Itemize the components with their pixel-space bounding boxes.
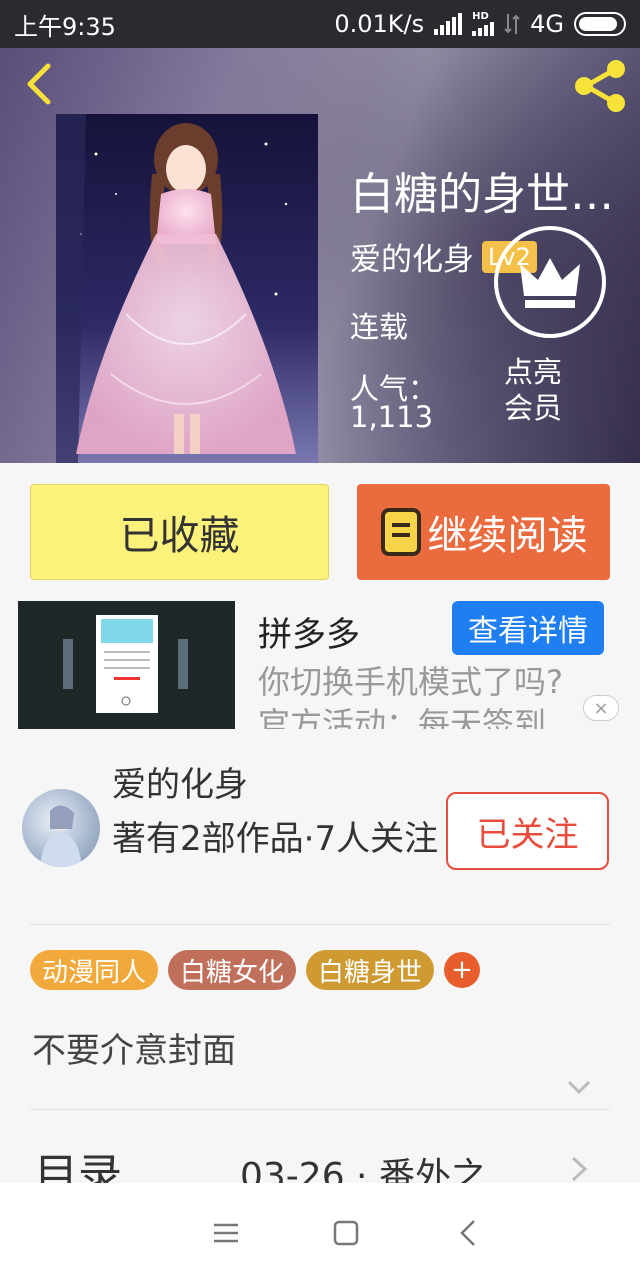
divider <box>30 1109 610 1110</box>
network-speed: 0.01K/s <box>334 10 425 38</box>
vip-line-1: 点亮 <box>504 355 563 389</box>
ad-description: 你切换手机模式了吗? 官方活动：每天签到 <box>258 661 563 729</box>
menu-icon[interactable] <box>206 1213 246 1253</box>
hd-signal-group: HD <box>472 11 495 36</box>
divider <box>30 924 610 925</box>
avatar-image <box>40 805 82 867</box>
ad-desc-line-2: 官方活动：每天签到 <box>258 705 547 729</box>
chevron-right-icon <box>571 1156 588 1182</box>
book-description: 不要介意封面 <box>32 1031 236 1071</box>
signal-icon-2 <box>472 22 495 36</box>
tag-chip[interactable]: 白糖身世 <box>306 950 435 990</box>
vip-activate-label[interactable]: 点亮 会员 <box>504 354 562 426</box>
ad-detail-button[interactable]: 查看详情 <box>452 601 604 655</box>
vip-line-2: 会员 <box>504 391 563 425</box>
collected-button[interactable]: 已收藏 <box>30 484 329 580</box>
back-icon[interactable] <box>20 60 60 108</box>
network-type: 4G <box>530 10 564 38</box>
status-bar: 上午9:35 0.01K/s HD 4G <box>0 0 640 48</box>
serial-status: 连载 <box>350 310 409 344</box>
popularity-value: 1,113 <box>350 400 434 434</box>
status-right: 0.01K/s HD 4G <box>334 10 626 38</box>
system-nav-bar <box>0 1183 640 1280</box>
ad-thumbnail[interactable] <box>18 601 235 729</box>
ad-close-icon[interactable]: × <box>583 695 619 721</box>
ad-desc-line-1: 你切换手机模式了吗? <box>258 663 563 701</box>
avatar[interactable] <box>22 789 100 867</box>
continue-reading-button[interactable]: 继续阅读 <box>357 484 610 580</box>
book-title: 白糖的身世… <box>350 169 614 220</box>
battery-icon <box>574 12 626 36</box>
status-time: 上午9:35 <box>14 12 116 41</box>
tag-list: 动漫同人 白糖女化 白糖身世 + <box>30 950 481 990</box>
continue-reading-label: 继续阅读 <box>427 513 588 559</box>
author-stats: 著有2部作品·7人关注 <box>112 819 439 859</box>
toc-label: 目录 <box>34 1150 122 1183</box>
tag-chip[interactable]: 动漫同人 <box>30 950 159 990</box>
ad-title[interactable]: 拼多多 <box>258 607 360 656</box>
add-tag-icon[interactable]: + <box>444 952 481 988</box>
signal-icon <box>434 13 463 35</box>
hd-badge: HD <box>472 11 489 22</box>
share-icon[interactable] <box>570 56 630 116</box>
home-icon[interactable] <box>326 1213 366 1253</box>
ad-thumbnail-image <box>63 615 188 713</box>
book-detail-sheet: 已收藏 继续阅读 拼多多 查看详情 你切换手机模式了吗? 官方活动：每天签到 ×… <box>0 463 640 1183</box>
book-header: 白糖的身世… 爱的化身 Lv2 连载 人气： 1,113 点亮 会员 字数 <box>0 48 640 463</box>
toc-latest-chapter: 03-26 · 番外之… <box>240 1156 523 1183</box>
author-name[interactable]: 爱的化身 <box>350 234 474 279</box>
book-cover[interactable] <box>56 114 318 463</box>
chevron-down-icon[interactable] <box>566 1079 592 1095</box>
book-icon <box>380 508 421 556</box>
crown-icon[interactable] <box>494 226 606 338</box>
tag-chip[interactable]: 白糖女化 <box>168 950 297 990</box>
back-nav-icon[interactable] <box>448 1213 488 1253</box>
table-of-contents-row[interactable]: 目录 03-26 · 番外之… <box>0 1111 640 1183</box>
ad-banner[interactable]: 拼多多 查看详情 你切换手机模式了吗? 官方活动：每天签到 <box>18 601 622 729</box>
data-transfer-icon <box>504 14 520 34</box>
author-card[interactable]: 爱的化身 著有2部作品·7人关注 已关注 <box>0 729 640 924</box>
wordcount-label: 字数 <box>350 456 406 463</box>
author-card-name: 爱的化身 <box>112 765 248 805</box>
cover-illustration <box>56 114 318 463</box>
follow-button[interactable]: 已关注 <box>446 792 609 870</box>
